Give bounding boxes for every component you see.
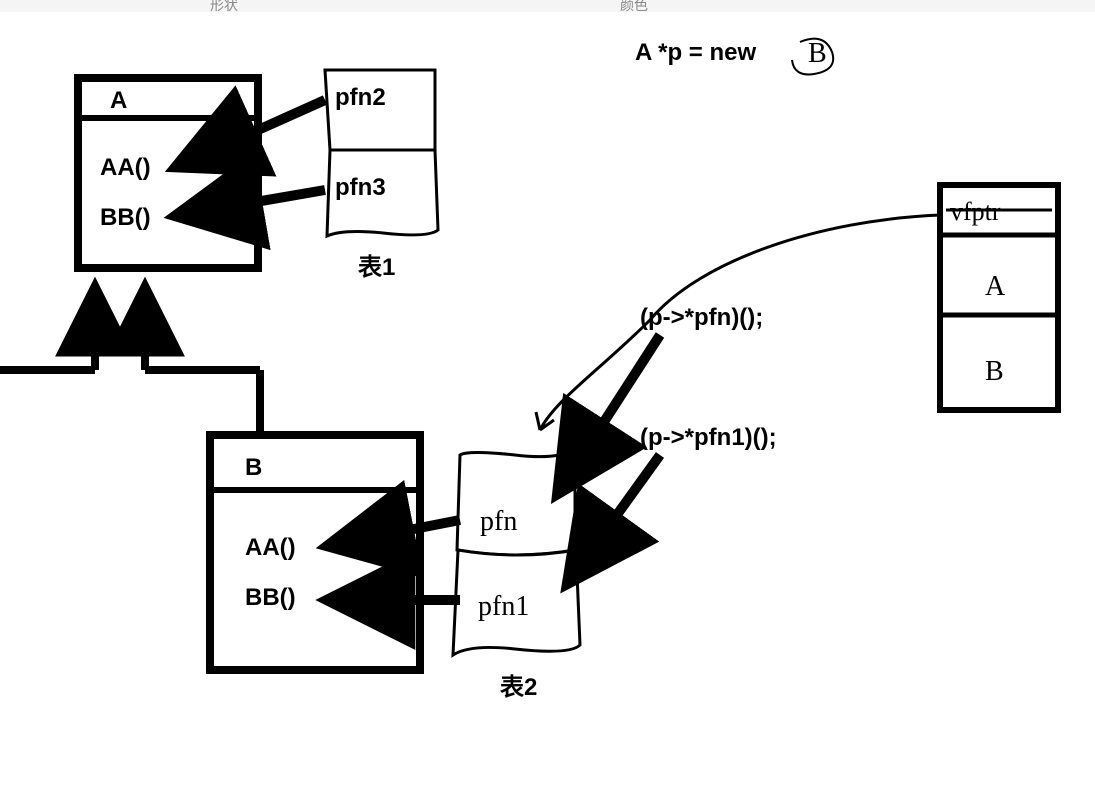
class-A-method-BB: BB() — [100, 204, 151, 231]
class-A-method-AA: AA() — [100, 154, 151, 181]
object-box-A: A — [985, 271, 1006, 302]
class-B-method-AA: AA() — [245, 534, 296, 561]
arrow-pfn-to-B-AA — [332, 520, 460, 545]
arrow-pfn3-to-BB — [180, 190, 325, 215]
class-B-name: B — [245, 454, 262, 481]
table2-caption: 表2 — [500, 674, 537, 701]
diagram-canvas: 形状 颜色 A *p = new B A AA() BB() pfn2 pfn3… — [0, 0, 1095, 802]
inheritance-arrows — [0, 290, 260, 435]
toolbar-strip — [0, 0, 1095, 12]
code-line-hand-B: B — [808, 38, 827, 69]
toolbar-label-shape: 形状 — [210, 0, 238, 13]
table2-entry-pfn1: pfn1 — [478, 591, 529, 622]
table1-entry-pfn3: pfn3 — [335, 174, 386, 201]
object-box-B: B — [985, 356, 1004, 387]
table1-entry-pfn2: pfn2 — [335, 84, 386, 111]
object-box: vfptr A B — [940, 185, 1058, 410]
arrow-call2-to-pfn1 — [570, 455, 660, 580]
call-expr-2: (p->*pfn1)(); — [640, 424, 777, 451]
table2-entry-pfn: pfn — [480, 506, 517, 537]
class-B-method-BB: BB() — [245, 584, 296, 611]
code-line-prefix: A *p = new — [635, 39, 756, 66]
table1-box: pfn2 pfn3 表1 — [325, 70, 438, 281]
class-A-name: A — [110, 87, 127, 114]
toolbar-label-color: 颜色 — [620, 0, 648, 13]
class-B-box: B AA() BB() — [210, 435, 420, 670]
class-A-box: A AA() BB() — [78, 78, 258, 268]
arrow-pfn2-to-AA — [180, 100, 325, 165]
table1-caption: 表1 — [358, 254, 395, 281]
call-expr-1: (p->*pfn)(); — [640, 304, 763, 331]
